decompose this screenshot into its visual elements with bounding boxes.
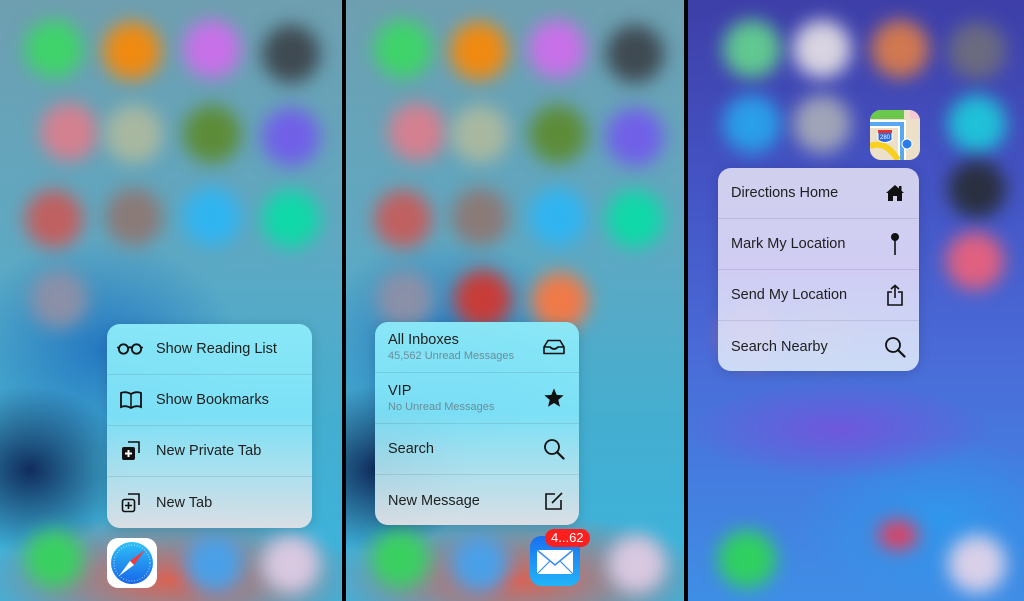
private-tab-icon	[118, 438, 144, 464]
blurred-dock-icon	[262, 535, 320, 593]
glasses-icon	[117, 336, 143, 362]
inbox-tray-icon	[541, 334, 567, 360]
menu-item-new-message[interactable]: New Message	[375, 475, 579, 525]
blurred-app-icon	[451, 105, 509, 163]
blurred-dock-icon	[185, 535, 243, 593]
menu-item-search-nearby[interactable]: Search Nearby	[718, 321, 919, 371]
blurred-app-icon	[183, 105, 241, 163]
menu-item-mark-my-location[interactable]: Mark My Location	[718, 219, 919, 270]
blurred-app-icon	[40, 103, 98, 161]
menu-item-sublabel: 45,562 Unread Messages	[388, 350, 514, 362]
menu-item-label: VIP	[388, 383, 412, 399]
menu-item-label: New Tab	[156, 494, 213, 511]
quick-actions-menu: Directions Home Mark My Location Send My…	[718, 168, 919, 371]
safari-app-icon[interactable]	[107, 538, 157, 588]
menu-item-vip[interactable]: VIP No Unread Messages	[375, 373, 579, 424]
menu-item-label: Search Nearby	[731, 338, 828, 355]
blurred-app-icon	[723, 95, 781, 153]
blurred-dock-icon	[878, 520, 918, 550]
blurred-app-icon	[793, 95, 851, 153]
blurred-app-icon	[183, 188, 241, 246]
menu-item-send-my-location[interactable]: Send My Location	[718, 270, 919, 321]
blurred-app-icon	[793, 20, 851, 78]
blurred-app-icon	[376, 270, 434, 328]
blurred-app-icon	[103, 22, 161, 80]
blurred-app-icon	[946, 232, 1004, 290]
blurred-app-icon	[723, 20, 781, 78]
menu-item-all-inboxes[interactable]: All Inboxes 45,562 Unread Messages	[375, 322, 579, 373]
blurred-app-icon	[529, 105, 587, 163]
safari-panel: Show Reading List Show Bookmarks New Pri…	[0, 0, 342, 601]
blurred-app-icon	[262, 25, 320, 83]
blurred-dock-icon	[451, 535, 509, 593]
blurred-app-icon	[105, 188, 163, 246]
blurred-dock-icon	[718, 530, 776, 588]
menu-item-label: Directions Home	[731, 185, 839, 201]
blurred-dock-icon	[371, 530, 429, 588]
menu-item-sublabel: No Unread Messages	[388, 401, 495, 413]
blurred-dock-icon	[608, 535, 666, 593]
quick-actions-menu: Show Reading List Show Bookmarks New Pri…	[107, 324, 312, 528]
blurred-app-icon	[374, 190, 432, 248]
book-icon	[118, 387, 144, 413]
blurred-app-icon	[25, 20, 83, 78]
blurred-app-icon	[30, 270, 88, 328]
blurred-dock-icon	[948, 535, 1006, 593]
search-icon	[882, 334, 908, 360]
menu-item-search[interactable]: Search	[375, 424, 579, 475]
blurred-app-icon	[528, 20, 586, 78]
search-icon	[541, 436, 567, 462]
menu-item-directions-home[interactable]: Directions Home	[718, 168, 919, 219]
blurred-app-icon	[262, 190, 320, 248]
menu-item-label: New Message	[388, 492, 480, 509]
menu-item-show-bookmarks[interactable]: Show Bookmarks	[107, 375, 312, 426]
menu-item-label: Show Bookmarks	[156, 392, 269, 408]
compose-icon	[541, 488, 567, 514]
menu-item-label: Search	[388, 441, 434, 457]
maps-panel: 280 Directions Home Mark My Location Sen…	[688, 0, 1024, 601]
menu-item-label: All Inboxes	[388, 332, 459, 348]
blurred-app-icon	[183, 20, 241, 78]
blurred-app-icon	[606, 190, 664, 248]
blurred-app-icon	[454, 270, 512, 328]
menu-item-new-tab[interactable]: New Tab	[107, 477, 312, 528]
menu-item-new-private-tab[interactable]: New Private Tab	[107, 426, 312, 477]
pin-icon	[882, 231, 908, 257]
blurred-app-icon	[948, 95, 1006, 153]
menu-item-label: Send My Location	[731, 287, 848, 303]
blurred-app-icon	[948, 160, 1006, 218]
highway-shield-label: 280	[880, 135, 891, 141]
quick-actions-menu: All Inboxes 45,562 Unread Messages VIP N…	[375, 322, 579, 525]
menu-item-label: Show Reading List	[156, 341, 277, 357]
blurred-app-icon	[948, 22, 1006, 80]
home-icon	[882, 180, 908, 206]
blurred-app-icon	[606, 108, 664, 166]
blurred-dock-icon	[25, 530, 83, 588]
blurred-app-icon	[374, 20, 432, 78]
blurred-app-icon	[105, 105, 163, 163]
star-icon	[541, 385, 567, 411]
blurred-app-icon	[25, 190, 83, 248]
menu-item-label: Mark My Location	[731, 236, 846, 252]
blurred-app-icon	[451, 188, 509, 246]
new-tab-icon	[118, 490, 144, 516]
unread-badge: 4...62	[545, 529, 590, 547]
blurred-app-icon	[262, 108, 320, 166]
menu-item-label: New Private Tab	[156, 443, 262, 459]
maps-app-icon[interactable]: 280	[870, 110, 920, 160]
blurred-app-icon	[529, 188, 587, 246]
mail-panel: All Inboxes 45,562 Unread Messages VIP N…	[346, 0, 684, 601]
menu-item-show-reading-list[interactable]: Show Reading List	[107, 324, 312, 375]
blurred-app-icon	[450, 22, 508, 80]
share-icon	[882, 282, 908, 308]
blurred-app-icon	[606, 25, 664, 83]
blurred-app-icon	[388, 103, 446, 161]
blurred-app-icon	[871, 20, 929, 78]
